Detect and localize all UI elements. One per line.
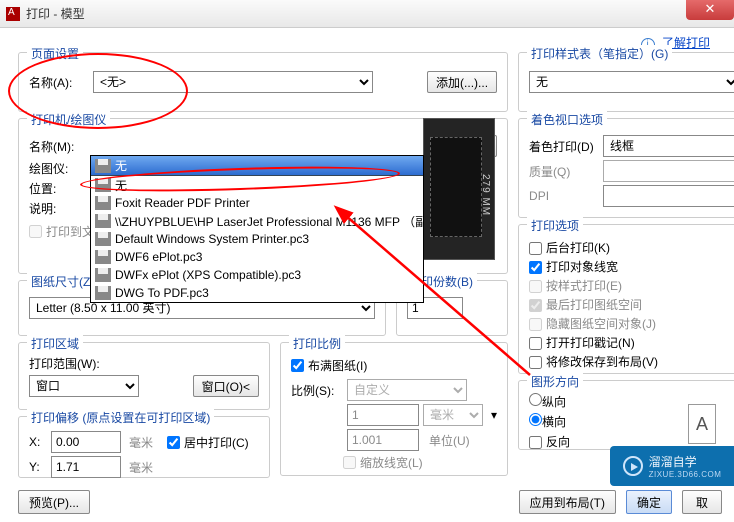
scale-title: 打印比例 bbox=[289, 335, 345, 352]
ok-button[interactable]: 确定 bbox=[626, 490, 672, 514]
preview-size-label: 279 MM bbox=[480, 174, 491, 216]
offset-title: 打印偏移 (原点设置在可打印区域) bbox=[27, 409, 214, 426]
printer-name-dropdown[interactable]: 无 无 Foxit Reader PDF Printer \\ZHUYPBLUE… bbox=[90, 155, 424, 303]
apply-layout-button[interactable]: 应用到布局(T) bbox=[519, 490, 616, 514]
bg-print-checkbox[interactable]: 后台打印(K) bbox=[529, 239, 734, 256]
options-title: 打印选项 bbox=[527, 217, 583, 234]
close-button[interactable]: ✕ bbox=[686, 0, 734, 20]
printer-icon bbox=[95, 159, 111, 173]
footer: 预览(P)... 应用到布局(T) 确定 取 bbox=[0, 490, 734, 514]
dpi-input bbox=[603, 185, 734, 207]
dropdown-item[interactable]: DWF6 ePlot.pc3 bbox=[91, 248, 423, 266]
viewport-group: 着色视口选项 着色打印(D) 线框 质量(Q) DPI bbox=[518, 118, 734, 218]
quality-label: 质量(Q) bbox=[529, 163, 599, 180]
app-icon bbox=[6, 7, 20, 21]
printer-title: 打印机/绘图仪 bbox=[27, 111, 110, 128]
stamp-checkbox[interactable]: 打开打印戳记(N) bbox=[529, 334, 734, 351]
shade-label: 着色打印(D) bbox=[529, 138, 599, 155]
plot-style-select[interactable]: 无 bbox=[529, 71, 734, 93]
quality-select bbox=[603, 160, 734, 182]
plot-offset-group: 打印偏移 (原点设置在可打印区域) X: 毫米 居中打印(C) Y: 毫米 bbox=[18, 416, 270, 478]
dropdown-item[interactable]: \\ZHUYPBLUE\HP LaserJet Professional M11… bbox=[91, 212, 423, 230]
dropdown-selected[interactable]: 无 bbox=[91, 156, 423, 176]
watermark-badge: 溜溜自学ZIXUE.3D66.COM bbox=[610, 446, 734, 486]
printer-icon bbox=[95, 178, 111, 192]
area-title: 打印区域 bbox=[27, 335, 83, 352]
dropdown-item[interactable]: 无 bbox=[91, 176, 423, 194]
plot-options-group: 打印选项 后台打印(K) 打印对象线宽 按样式打印(E) 最后打印图纸空间 隐藏… bbox=[518, 224, 734, 374]
title-bar: 打印 - 模型 ✕ bbox=[0, 0, 734, 28]
page-setup-title: 页面设置 bbox=[27, 45, 83, 62]
offset-y-unit: 毫米 bbox=[129, 459, 153, 476]
printer-icon bbox=[95, 196, 111, 210]
page-setup-group: 页面设置 名称(A): <无> 添加(...)... bbox=[18, 52, 508, 112]
plot-area-group: 打印区域 打印范围(W): 窗口 窗口(O)< bbox=[18, 342, 270, 410]
shade-select[interactable]: 线框 bbox=[603, 135, 734, 157]
name-label: 名称(A): bbox=[29, 74, 89, 91]
printer-name-label: 名称(M): bbox=[29, 138, 89, 155]
style-title: 打印样式表（笔指定）(G) bbox=[527, 45, 672, 62]
print-to-file-checkbox: 打印到文 bbox=[29, 223, 94, 240]
save-layout-checkbox[interactable]: 将修改保存到布局(V) bbox=[529, 353, 734, 370]
dropdown-item[interactable]: DWFx ePlot (XPS Compatible).pc3 bbox=[91, 266, 423, 284]
dropdown-item[interactable]: DWG To PDF.pc3 bbox=[91, 284, 423, 302]
dropdown-item[interactable]: Default Windows System Printer.pc3 bbox=[91, 230, 423, 248]
page-name-select[interactable]: <无> bbox=[93, 71, 373, 93]
range-label: 打印范围(W): bbox=[29, 355, 259, 372]
add-button[interactable]: 添加(...)... bbox=[427, 71, 497, 93]
center-checkbox[interactable]: 居中打印(C) bbox=[167, 434, 249, 451]
paper-title: 图纸尺寸(Z) bbox=[27, 273, 98, 290]
ratio-label: 比例(S): bbox=[291, 382, 343, 399]
unit-select: 毫米 bbox=[423, 404, 483, 426]
window-title: 打印 - 模型 bbox=[26, 5, 85, 22]
printer-icon bbox=[95, 268, 111, 282]
paper-preview: 279 MM bbox=[423, 118, 495, 260]
scale-lw-checkbox: 缩放线宽(L) bbox=[343, 454, 423, 471]
offset-y-input[interactable] bbox=[51, 456, 121, 478]
scale-num-input bbox=[347, 404, 419, 426]
orientation-preview: A bbox=[688, 404, 716, 444]
preview-button[interactable]: 预览(P)... bbox=[18, 490, 90, 514]
offset-x-unit: 毫米 bbox=[129, 434, 153, 451]
orient-title: 图形方向 bbox=[527, 373, 583, 390]
location-label: 位置: bbox=[29, 180, 89, 197]
range-select[interactable]: 窗口 bbox=[29, 375, 139, 397]
lw-checkbox[interactable]: 打印对象线宽 bbox=[529, 258, 734, 275]
printer-icon bbox=[95, 250, 111, 264]
printer-icon bbox=[95, 286, 111, 300]
lastpaper-checkbox: 最后打印图纸空间 bbox=[529, 296, 734, 313]
styleplot-checkbox: 按样式打印(E) bbox=[529, 277, 734, 294]
plot-scale-group: 打印比例 布满图纸(I) 比例(S): 自定义 毫米 ▾ bbox=[280, 342, 508, 476]
printer-icon bbox=[95, 232, 111, 246]
fit-checkbox[interactable]: 布满图纸(I) bbox=[291, 357, 367, 374]
dropdown-item[interactable]: Foxit Reader PDF Printer bbox=[91, 194, 423, 212]
den-unit-label: 单位(U) bbox=[429, 432, 470, 449]
cancel-button[interactable]: 取 bbox=[682, 490, 722, 514]
viewport-title: 着色视口选项 bbox=[527, 111, 607, 128]
plot-style-group: 打印样式表（笔指定）(G) 无 … bbox=[518, 52, 734, 112]
window-button[interactable]: 窗口(O)< bbox=[193, 375, 259, 397]
description-label: 说明: bbox=[29, 200, 89, 217]
dpi-label: DPI bbox=[529, 189, 599, 203]
scale-den-input bbox=[347, 429, 419, 451]
play-icon bbox=[623, 456, 643, 476]
ratio-select: 自定义 bbox=[347, 379, 467, 401]
plotter-label: 绘图仪: bbox=[29, 160, 89, 177]
printer-icon bbox=[95, 214, 111, 228]
hidepaper-checkbox: 隐藏图纸空间对象(J) bbox=[529, 315, 734, 332]
offset-x-input[interactable] bbox=[51, 431, 121, 453]
